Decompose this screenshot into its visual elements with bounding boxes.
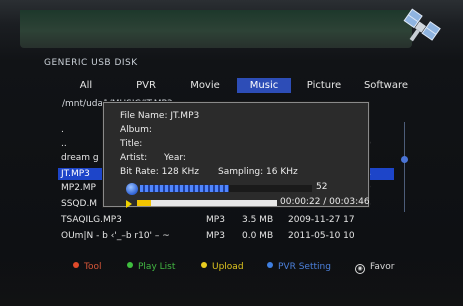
volume-bar[interactable]: [140, 185, 312, 192]
file-type: MP3: [206, 215, 225, 225]
file-size: 0.0 MB: [242, 231, 274, 241]
hint-label: Favor: [370, 262, 395, 272]
hint-pvr-setting[interactable]: PVR Setting: [267, 262, 331, 272]
file-name: SSQD.M: [61, 199, 98, 209]
file-size: 3.5 MB: [242, 215, 274, 225]
play-icon: [126, 200, 132, 208]
info-year: Year:: [164, 153, 186, 163]
file-date: 2011-05-10 10: [288, 231, 355, 241]
favor-icon: ◉: [355, 264, 365, 274]
scrollbar-track: [404, 122, 405, 212]
hint-label: Play List: [138, 262, 176, 272]
tab-music[interactable]: Music: [237, 78, 291, 93]
file-name: .: [61, 125, 64, 135]
category-tabs: All PVR Movie Music Picture Software: [60, 78, 415, 94]
hint-play-list[interactable]: Play List: [127, 262, 175, 272]
file-name: MP2.MP: [61, 183, 96, 193]
info-bit-rate: Bit Rate: 128 KHz: [120, 167, 200, 177]
hint-label: Upload: [212, 262, 244, 272]
list-scrollbar[interactable]: [401, 122, 408, 212]
hint-label: Tool: [84, 262, 102, 272]
volume-icon: [126, 183, 138, 195]
source-title: GENERIC USB DISK: [44, 58, 138, 68]
red-key-icon: [73, 262, 79, 268]
file-name: ..: [61, 139, 67, 149]
tab-all[interactable]: All: [60, 78, 112, 93]
scrollbar-thumb[interactable]: [401, 156, 408, 163]
satellite-icon: [403, 8, 441, 42]
info-artist: Artist:: [120, 153, 148, 163]
tab-movie[interactable]: Movie: [180, 78, 230, 93]
info-album: Album:: [120, 125, 152, 135]
volume-fill: [140, 185, 230, 192]
info-sampling: Sampling: 16 KHz: [218, 167, 298, 177]
info-title: Title:: [120, 139, 143, 149]
blue-key-icon: [267, 262, 273, 268]
file-date: 2009-11-27 17: [288, 215, 355, 225]
tab-picture[interactable]: Picture: [296, 78, 352, 93]
hint-favor[interactable]: ◉ Favor: [355, 262, 394, 274]
file-name: OUm|N - b ‹'_–b r10' – ~: [61, 231, 170, 241]
media-player-screen: GENERIC USB DISK All PVR Movie Music Pic…: [0, 0, 463, 306]
yellow-key-icon: [201, 262, 207, 268]
playback-progress-fill: [137, 200, 151, 206]
file-type: MP3: [206, 231, 225, 241]
list-item[interactable]: OUm|N - b ‹'_–b r10' – ~ MP3 0.0 MB 2011…: [58, 230, 394, 242]
tab-pvr[interactable]: PVR: [118, 78, 174, 93]
hint-label: PVR Setting: [278, 262, 331, 272]
info-file-name: File Name: JT.MP3: [120, 111, 200, 121]
file-name: TSAQILG.MP3: [61, 215, 122, 225]
file-info-popup: File Name: JT.MP3 Album: Title: Artist: …: [103, 102, 370, 208]
playback-time: 00:00:22 / 00:03:46: [280, 197, 370, 207]
hint-upload[interactable]: Upload: [201, 262, 244, 272]
volume-value: 52: [316, 182, 328, 192]
tab-software[interactable]: Software: [358, 78, 414, 93]
file-name: JT.MP3: [61, 169, 90, 179]
file-name: dream g: [61, 153, 99, 163]
green-key-icon: [127, 262, 133, 268]
top-banner: [20, 10, 412, 48]
hint-tool[interactable]: Tool: [73, 262, 101, 272]
list-item[interactable]: TSAQILG.MP3 MP3 3.5 MB 2009-11-27 17: [58, 214, 394, 226]
bottom-shade: [0, 250, 463, 306]
hint-bar: Tool Play List Upload PVR Setting ◉ Favor: [60, 262, 420, 276]
playback-progress-bar[interactable]: [137, 200, 277, 206]
